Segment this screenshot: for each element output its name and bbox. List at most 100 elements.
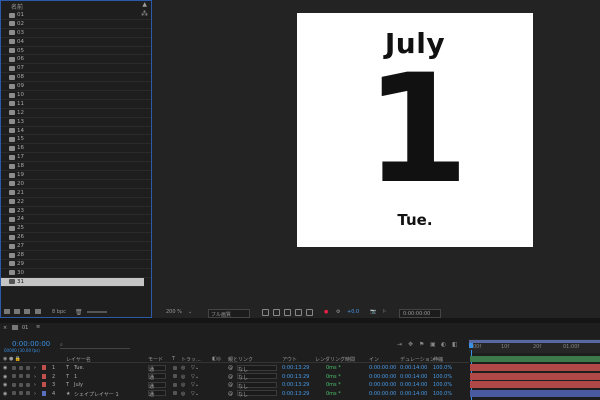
- project-item[interactable]: 30: [1, 269, 151, 278]
- eye-icon[interactable]: ◉: [3, 365, 7, 371]
- track-matte-dropdown-icon[interactable]: ▽⌄: [191, 365, 199, 371]
- blend-mode-select[interactable]: 通: [148, 390, 166, 398]
- bit-depth-label[interactable]: 8 bpc: [52, 309, 66, 315]
- audio-toggle[interactable]: [12, 374, 16, 379]
- guides-options-icon[interactable]: [306, 309, 313, 316]
- track-matte-header[interactable]: トラッ...: [181, 356, 201, 363]
- parent-select[interactable]: なし: [237, 390, 277, 398]
- exposure-value[interactable]: +0.0: [347, 309, 359, 315]
- sort-icon[interactable]: ▲: [142, 1, 147, 8]
- project-item[interactable]: 17: [1, 153, 151, 163]
- project-item[interactable]: 11: [1, 100, 151, 109]
- project-item[interactable]: 08: [1, 73, 151, 83]
- project-item[interactable]: 31: [1, 277, 144, 287]
- out-point[interactable]: 0:00:13:29: [282, 374, 309, 380]
- layer-duration-bar[interactable]: [470, 381, 600, 389]
- duration[interactable]: 0:00:14:00: [400, 374, 427, 380]
- thumbnail-slider[interactable]: [87, 311, 107, 313]
- track-matte-icon[interactable]: ◎: [181, 391, 185, 397]
- track-matte-dropdown-icon[interactable]: ▽⌄: [191, 382, 199, 388]
- preserve-transparency-toggle[interactable]: [173, 365, 177, 370]
- project-item[interactable]: 21: [1, 189, 151, 198]
- duration-header[interactable]: デュレーション: [400, 356, 435, 363]
- project-item[interactable]: 28: [1, 251, 151, 260]
- composition-viewer[interactable]: July 1 Tue.: [152, 0, 600, 306]
- project-item[interactable]: 26: [1, 233, 151, 243]
- project-item[interactable]: 14: [1, 127, 151, 136]
- parent-select[interactable]: なし: [237, 364, 277, 373]
- preserve-transparency-toggle[interactable]: [173, 374, 177, 379]
- duration[interactable]: 0:00:14:00: [400, 365, 427, 371]
- project-item[interactable]: 25: [1, 224, 151, 234]
- color-management-icon[interactable]: ⚙: [336, 309, 340, 315]
- project-item[interactable]: 24: [1, 215, 151, 225]
- project-item[interactable]: 16: [1, 144, 151, 154]
- project-item[interactable]: 23: [1, 207, 151, 216]
- project-item[interactable]: 07: [1, 64, 151, 74]
- parent-header[interactable]: 親とリンク: [228, 356, 253, 363]
- preserve-transparency-toggle[interactable]: [173, 391, 177, 396]
- in-point[interactable]: 0:00:00:00: [369, 374, 396, 380]
- eye-icon[interactable]: ◉: [3, 382, 7, 388]
- expand-chevron-icon[interactable]: ›: [34, 374, 36, 380]
- layer-name[interactable]: Tue.: [74, 365, 84, 371]
- project-item[interactable]: 13: [1, 118, 151, 127]
- in-point[interactable]: 0:00:00:00: [369, 382, 396, 388]
- project-item[interactable]: 01: [1, 11, 151, 20]
- pickwhip-icon[interactable]: @: [228, 382, 233, 388]
- in-point[interactable]: 0:00:00:00: [369, 365, 396, 371]
- layer-search-input[interactable]: ⌕: [60, 342, 130, 349]
- label-color-swatch[interactable]: [42, 373, 46, 379]
- expand-chevron-icon[interactable]: ›: [34, 382, 36, 388]
- pickwhip-icon[interactable]: @: [228, 391, 233, 397]
- pickwhip-icon[interactable]: @: [228, 365, 233, 371]
- project-item[interactable]: 10: [1, 91, 151, 100]
- project-item[interactable]: 27: [1, 242, 151, 252]
- project-item[interactable]: 22: [1, 198, 151, 207]
- grid-guides-icon[interactable]: [295, 309, 302, 316]
- current-time-display[interactable]: 0:00:00:00: [12, 340, 50, 348]
- mode-header[interactable]: モード: [148, 356, 163, 363]
- in-header[interactable]: イン: [369, 356, 379, 363]
- snapshot-icon[interactable]: 📷: [370, 309, 376, 315]
- composition-mini-flowchart-icon[interactable]: ⇥: [397, 341, 402, 348]
- project-item[interactable]: 02: [1, 20, 151, 29]
- track-matte-dropdown-icon[interactable]: ▽⌄: [191, 391, 199, 397]
- layer-row[interactable]: ◉ › 1 T Tue. 通 ◎ ▽⌄ @ なし 0:00:13:29 0ms …: [0, 364, 469, 373]
- zoom-level[interactable]: 200 %: [166, 309, 182, 315]
- expand-chevron-icon[interactable]: ›: [34, 391, 36, 397]
- color-channels-icon[interactable]: ●: [324, 309, 328, 315]
- audio-toggle[interactable]: [12, 382, 16, 387]
- eye-icon[interactable]: ◉: [3, 391, 7, 397]
- solo-toggle[interactable]: [19, 391, 23, 396]
- project-item[interactable]: 03: [1, 29, 151, 38]
- lock-toggle[interactable]: [26, 374, 30, 379]
- layer-name[interactable]: シェイプレイヤー 1: [74, 391, 119, 398]
- label-color-swatch[interactable]: [42, 390, 46, 396]
- draft-3d-icon[interactable]: ✥: [408, 341, 413, 348]
- duration[interactable]: 0:00:14:00: [400, 382, 427, 388]
- preserve-transparency-toggle[interactable]: [173, 382, 177, 387]
- solo-toggle[interactable]: [19, 382, 23, 387]
- parent-select[interactable]: なし: [237, 381, 277, 390]
- blend-mode-select[interactable]: 通: [148, 364, 166, 373]
- project-item[interactable]: 05: [1, 47, 151, 56]
- stretch[interactable]: 100.0%: [433, 374, 452, 380]
- label-color-swatch[interactable]: [42, 382, 46, 388]
- mask-visibility-icon[interactable]: [284, 309, 291, 316]
- new-composition-icon[interactable]: [24, 309, 30, 314]
- solo-toggle[interactable]: [19, 374, 23, 379]
- label-color-swatch[interactable]: [42, 365, 46, 370]
- interpret-footage-icon[interactable]: [4, 309, 10, 314]
- out-point[interactable]: 0:00:13:29: [282, 391, 309, 397]
- tab-menu-icon[interactable]: ≡: [36, 324, 40, 330]
- timeline-tab-name[interactable]: 01: [22, 325, 28, 331]
- close-tab-icon[interactable]: ×: [3, 325, 7, 331]
- render-time-header[interactable]: レンダリング時間: [315, 356, 355, 363]
- layer-name[interactable]: July: [74, 382, 83, 388]
- project-item[interactable]: 12: [1, 109, 151, 118]
- region-of-interest-icon[interactable]: [262, 309, 269, 316]
- composition-canvas[interactable]: July 1 Tue.: [297, 13, 533, 247]
- layer-duration-bar[interactable]: [470, 364, 600, 371]
- project-item[interactable]: 29: [1, 260, 151, 269]
